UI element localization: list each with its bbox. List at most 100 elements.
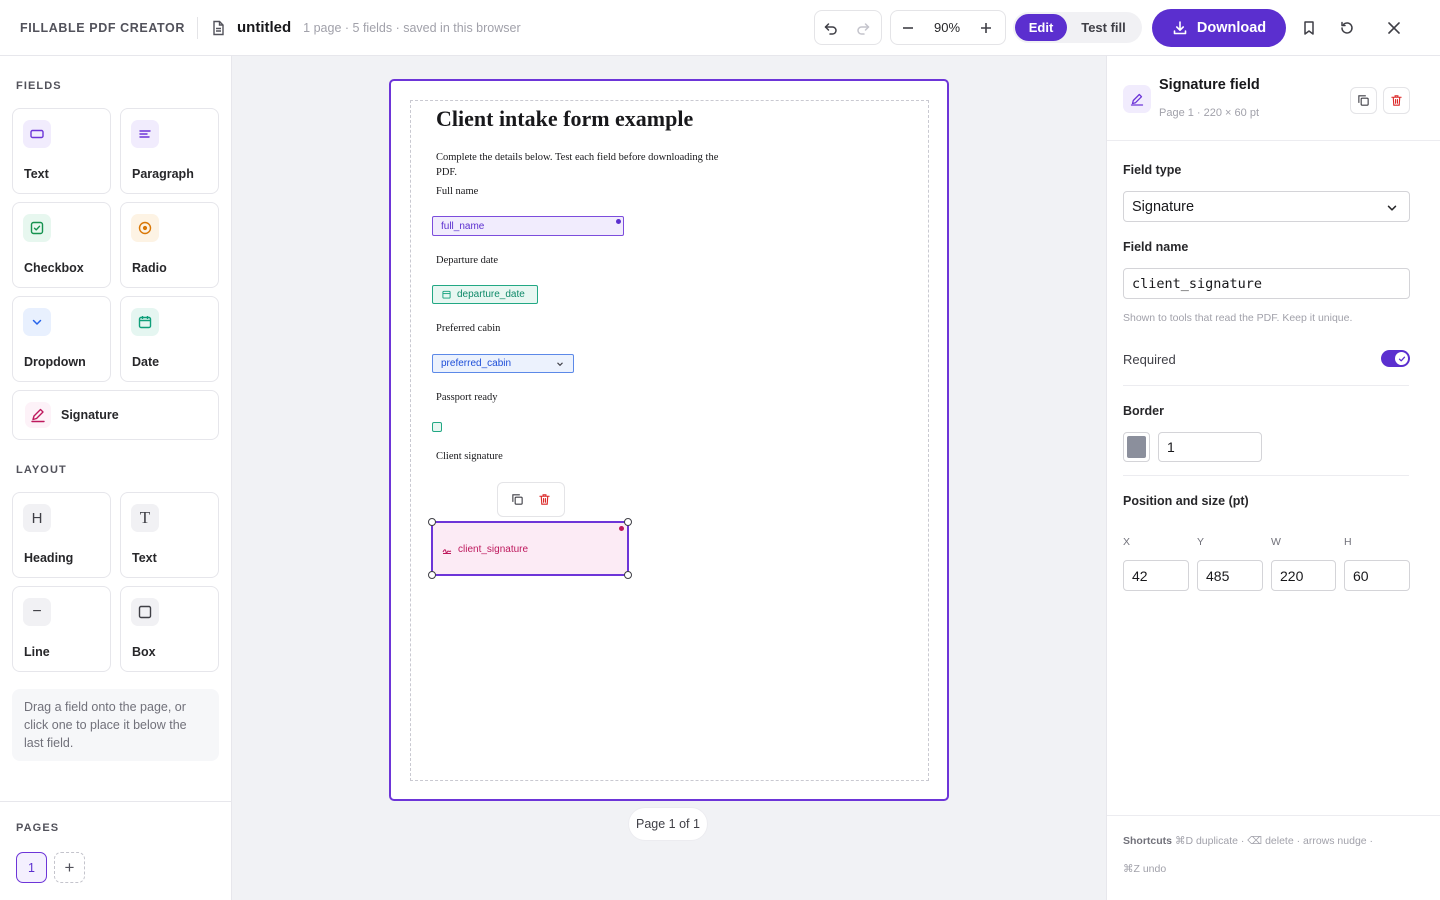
shortcuts-divider xyxy=(1107,815,1440,816)
page-indicator: Page 1 of 1 xyxy=(628,807,708,841)
field-floating-toolbar xyxy=(497,482,565,517)
required-dot xyxy=(619,526,624,531)
resize-handle-top-left[interactable] xyxy=(428,518,436,526)
document-intro[interactable]: Complete the details below. Test each fi… xyxy=(436,151,736,180)
resize-handle-top-right[interactable] xyxy=(624,518,632,526)
add-page-button[interactable]: + xyxy=(54,852,85,883)
heading-icon: H xyxy=(23,504,51,532)
undo-icon[interactable] xyxy=(815,11,847,44)
field-tile-label: Radio xyxy=(132,261,167,275)
field-tile-label: Checkbox xyxy=(24,261,84,275)
field-name-tag: departure_date xyxy=(457,289,525,300)
test-fill-mode-button[interactable]: Test fill xyxy=(1067,20,1140,35)
layout-tile-text[interactable]: T Text xyxy=(120,492,219,578)
calendar-icon xyxy=(442,290,451,299)
document-title[interactable]: Client intake form example xyxy=(436,106,693,132)
inspector-title: Signature field xyxy=(1159,77,1260,93)
layout-tile-box[interactable]: Box xyxy=(120,586,219,672)
pdf-page[interactable]: Client intake form example Complete the … xyxy=(389,79,949,801)
position-size-label: Position and size (pt) xyxy=(1123,494,1249,508)
y-input[interactable]: 485 xyxy=(1197,560,1263,591)
zoom-out-icon[interactable] xyxy=(891,11,925,44)
close-icon[interactable] xyxy=(1383,17,1405,39)
signature-field-content: client_signature xyxy=(442,544,528,555)
placement-hint: Drag a field onto the page, or click one… xyxy=(12,689,219,761)
resize-handle-bottom-right[interactable] xyxy=(624,571,632,579)
shortcuts-title: Shortcuts xyxy=(1123,835,1173,847)
field-tile-label: Date xyxy=(132,355,160,369)
resize-handle-bottom-left[interactable] xyxy=(428,571,436,579)
field-tile-radio[interactable]: Radio xyxy=(120,202,219,288)
field-tile-paragraph[interactable]: Paragraph xyxy=(120,108,219,194)
document-icon xyxy=(210,20,226,36)
field-tile-label: Dropdown xyxy=(24,355,86,369)
full-name-field[interactable]: full_name xyxy=(432,216,624,236)
inspector-header-divider xyxy=(1107,140,1440,141)
field-tile-date[interactable]: Date xyxy=(120,296,219,382)
w-input[interactable]: 220 xyxy=(1271,560,1336,591)
chevron-down-icon xyxy=(1386,202,1398,214)
duplicate-icon[interactable] xyxy=(511,493,524,506)
bookmark-icon[interactable] xyxy=(1298,17,1320,39)
duplicate-icon xyxy=(1357,94,1370,107)
label-passport-ready[interactable]: Passport ready xyxy=(436,392,498,403)
inspector-subtitle: Page 1 · 220 × 60 pt xyxy=(1159,107,1259,119)
field-name-tag: client_signature xyxy=(458,544,529,555)
departure-date-field[interactable]: departure_date xyxy=(432,285,538,304)
field-name-input[interactable]: client_signature xyxy=(1123,268,1410,299)
border-color-fill xyxy=(1127,436,1146,458)
trash-icon xyxy=(1390,94,1403,107)
passport-ready-checkbox[interactable] xyxy=(432,422,442,432)
edit-mode-button[interactable]: Edit xyxy=(1015,14,1067,41)
required-label: Required xyxy=(1123,352,1176,367)
layout-tile-heading[interactable]: H Heading xyxy=(12,492,111,578)
field-tile-label: Paragraph xyxy=(132,167,194,181)
field-name-tag: preferred_cabin xyxy=(441,358,512,369)
field-tile-dropdown[interactable]: Dropdown xyxy=(12,296,111,382)
page-thumbnail-1[interactable]: 1 xyxy=(16,852,47,883)
client-signature-field[interactable]: client_signature xyxy=(428,518,632,579)
canvas-area: Client intake form example Complete the … xyxy=(232,56,1106,900)
field-tile-signature[interactable]: Signature xyxy=(12,390,219,440)
field-name-tag: full_name xyxy=(441,220,485,232)
redo-icon[interactable] xyxy=(847,11,879,44)
label-full-name[interactable]: Full name xyxy=(436,186,478,197)
box-icon xyxy=(131,598,159,626)
x-label: X xyxy=(1123,536,1131,548)
shortcuts-text: ⌘D duplicate · ⌫ delete · arrows nudge · xyxy=(1174,835,1374,847)
required-toggle[interactable] xyxy=(1381,350,1410,367)
label-departure-date[interactable]: Departure date xyxy=(436,255,498,266)
document-name[interactable]: untitled xyxy=(237,19,291,36)
zoom-in-icon[interactable] xyxy=(969,11,1003,44)
shortcuts-line-2: ⌘Z undo xyxy=(1123,863,1167,875)
border-width-input[interactable]: 1 xyxy=(1158,432,1262,462)
border-color-swatch[interactable] xyxy=(1123,432,1150,462)
chevron-down-icon xyxy=(556,360,564,368)
download-button[interactable]: Download xyxy=(1152,9,1286,47)
label-preferred-cabin[interactable]: Preferred cabin xyxy=(436,323,500,334)
history-controls xyxy=(814,10,882,45)
page-margin-guide xyxy=(410,100,929,781)
field-tile-label: Signature xyxy=(61,408,119,422)
delete-field-button[interactable] xyxy=(1383,87,1410,114)
reset-icon[interactable] xyxy=(1336,17,1358,39)
field-type-select[interactable]: Signature xyxy=(1123,191,1410,222)
field-name-label: Field name xyxy=(1123,240,1189,254)
duplicate-field-button[interactable] xyxy=(1350,87,1377,114)
app-brand: FILLABLE PDF CREATOR xyxy=(20,16,199,39)
layout-tile-line[interactable]: − Line xyxy=(12,586,111,672)
label-client-signature[interactable]: Client signature xyxy=(436,451,503,462)
fields-heading: FIELDS xyxy=(16,80,62,92)
w-label: W xyxy=(1271,536,1281,548)
chevron-down-icon xyxy=(23,308,51,336)
field-type-value: Signature xyxy=(1132,198,1195,215)
layout-tile-label: Box xyxy=(132,645,156,659)
field-tile-text[interactable]: Text xyxy=(12,108,111,194)
field-tile-checkbox[interactable]: Checkbox xyxy=(12,202,111,288)
pen-icon xyxy=(1123,85,1151,113)
x-input[interactable]: 42 xyxy=(1123,560,1189,591)
zoom-level: 90% xyxy=(933,20,961,35)
preferred-cabin-dropdown[interactable]: preferred_cabin xyxy=(432,354,574,373)
h-input[interactable]: 60 xyxy=(1344,560,1410,591)
trash-icon[interactable] xyxy=(538,493,551,506)
